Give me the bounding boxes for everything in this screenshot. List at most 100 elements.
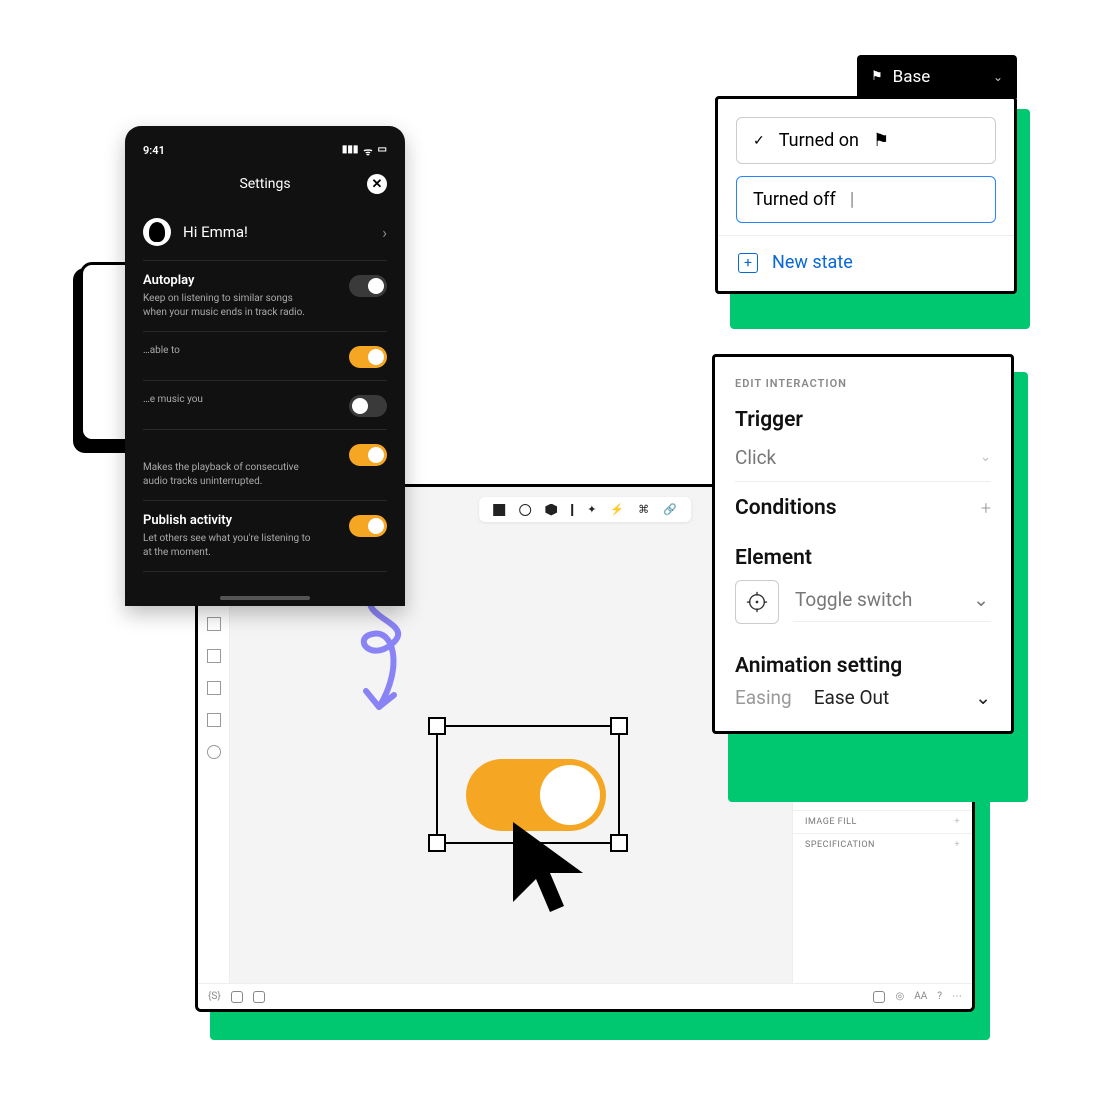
more-icon[interactable]: ⋯ <box>952 991 962 1002</box>
preview-icon[interactable] <box>873 991 885 1003</box>
resize-handle-br[interactable] <box>610 834 628 852</box>
toggle-switch[interactable] <box>349 444 387 466</box>
text-aa-icon[interactable]: AA <box>914 991 927 1002</box>
animation-section-title: Animation setting <box>735 654 991 678</box>
image-tool-icon[interactable] <box>207 649 221 663</box>
tab-label: Base <box>893 67 931 87</box>
help-icon[interactable]: ? <box>937 991 942 1002</box>
layout-icon[interactable] <box>253 991 265 1003</box>
tool-link-icon[interactable]: ⌘ <box>638 503 649 516</box>
tool-divider-icon <box>571 504 573 516</box>
greeting-text: Hi Emma! <box>183 223 370 241</box>
panel-header: EDIT INTERACTION <box>735 377 991 390</box>
edit-interaction-panel: EDIT INTERACTION Trigger Click ⌄ Conditi… <box>712 354 1014 734</box>
battery-icon: ▭ <box>378 144 387 158</box>
panel-row-specification[interactable]: SPECIFICATION + <box>793 833 972 856</box>
toggle-switch[interactable] <box>349 395 387 417</box>
phone-settings-mock: 9:41 ▮▮▮ ᯤ ▭ Settings ✕ Hi Emma! › Autop… <box>125 126 405 606</box>
toggle-knob <box>540 765 600 825</box>
tool-rectangle-icon[interactable] <box>493 504 505 516</box>
resize-handle-bl[interactable] <box>428 834 446 852</box>
new-state-label: New state <box>772 252 853 273</box>
easing-label: Easing <box>735 686 792 709</box>
chevron-down-icon: ⌄ <box>973 588 989 611</box>
chevron-down-icon: ⌄ <box>993 70 1003 84</box>
states-panel: ✓ Turned on ⚑ Turned off | + New state <box>715 96 1017 294</box>
tool-plugins-icon[interactable]: ✦ <box>587 503 596 516</box>
search-tool-icon[interactable] <box>207 745 221 759</box>
chevron-down-icon: ⌄ <box>980 450 991 465</box>
text-tool-icon[interactable] <box>207 713 221 727</box>
panel-label: SPECIFICATION <box>805 840 875 850</box>
trigger-select[interactable]: Click ⌄ <box>735 440 991 479</box>
new-state-button[interactable]: + New state <box>736 236 996 291</box>
setting-publish-activity: Publish activity Let others see what you… <box>143 501 387 572</box>
text-cursor-icon: | <box>850 189 854 210</box>
add-condition-icon[interactable]: + <box>981 498 991 519</box>
tool-lightning-icon[interactable]: ⚡ <box>610 503 624 516</box>
state-item-on[interactable]: ✓ Turned on ⚑ <box>736 117 996 164</box>
chevron-right-icon: › <box>382 223 387 242</box>
wifi-icon: ᯤ <box>363 144 372 158</box>
check-icon: ✓ <box>753 133 765 149</box>
frame-tool-icon[interactable] <box>207 617 221 631</box>
element-select[interactable]: Toggle switch ⌄ <box>793 582 991 622</box>
chevron-down-icon: ⌄ <box>975 686 991 709</box>
home-indicator <box>220 596 310 600</box>
close-icon[interactable]: ✕ <box>367 174 387 194</box>
element-section-title: Element <box>735 546 991 570</box>
avatar-icon <box>143 218 171 246</box>
plus-icon[interactable]: + <box>954 817 960 827</box>
editor-toolbar: ✦ ⚡ ⌘ 🔗 <box>479 497 691 522</box>
phone-screen-title: Settings ✕ <box>143 176 387 192</box>
divider <box>735 481 991 482</box>
setting-autoplay: Autoplay Keep on listening to similar so… <box>143 261 387 332</box>
setting-desc: …able to <box>143 344 313 358</box>
title-text: Settings <box>239 176 290 192</box>
setting-row-3: …e music you <box>143 381 387 430</box>
trigger-section-title: Trigger <box>735 408 991 432</box>
state-label: Turned on <box>779 130 859 151</box>
panel-row-image-fill[interactable]: IMAGE FILL + <box>793 810 972 833</box>
editor-bottom-bar: {S} ◎ AA ? ⋯ <box>198 983 972 1009</box>
state-base-tab[interactable]: ⚑ Base ⌄ <box>857 55 1017 98</box>
status-time: 9:41 <box>143 144 165 158</box>
resize-handle-tr[interactable] <box>610 717 628 735</box>
annotation-arrow-icon <box>344 587 434 727</box>
flag-icon: ⚑ <box>873 130 889 151</box>
phone-statusbar: 9:41 ▮▮▮ ᯤ ▭ <box>143 144 387 158</box>
tool-polygon-icon[interactable] <box>545 504 557 516</box>
component-tool-icon[interactable] <box>207 681 221 695</box>
setting-desc: …e music you <box>143 393 313 407</box>
element-value: Toggle switch <box>795 588 912 611</box>
accessibility-icon[interactable]: ◎ <box>895 991 904 1002</box>
element-picker-button[interactable] <box>735 580 779 624</box>
trigger-value: Click <box>735 446 776 469</box>
grid-icon[interactable] <box>231 991 243 1003</box>
state-label: Turned off <box>753 189 836 210</box>
setting-desc: Let others see what you're listening to … <box>143 532 313 559</box>
toggle-switch[interactable] <box>349 515 387 537</box>
toggle-switch[interactable] <box>349 275 387 297</box>
signal-icon: ▮▮▮ <box>342 144 359 158</box>
state-item-off[interactable]: Turned off | <box>736 176 996 223</box>
resize-handle-tl[interactable] <box>428 717 446 735</box>
easing-value: Ease Out <box>814 686 890 709</box>
profile-row[interactable]: Hi Emma! › <box>143 200 387 261</box>
setting-gapless: x Makes the playback of consecutive audi… <box>143 430 387 501</box>
tool-ellipse-icon[interactable] <box>519 504 531 516</box>
easing-select[interactable]: Ease Out ⌄ <box>814 686 991 709</box>
setting-title: Autoplay <box>143 273 339 288</box>
setting-desc: Keep on listening to similar songs when … <box>143 292 313 319</box>
plus-icon: + <box>738 253 758 273</box>
panel-label: IMAGE FILL <box>805 817 857 827</box>
flag-icon: ⚑ <box>871 69 883 84</box>
toggle-switch[interactable] <box>349 346 387 368</box>
setting-desc: Makes the playback of consecutive audio … <box>143 461 313 488</box>
plus-icon[interactable]: + <box>954 840 960 850</box>
setting-title: Publish activity <box>143 513 339 528</box>
conditions-section-title: Conditions <box>735 496 837 520</box>
tool-share-icon[interactable]: 🔗 <box>663 503 677 516</box>
setting-row-2: …able to <box>143 332 387 381</box>
code-token-icon[interactable]: {S} <box>208 991 221 1002</box>
